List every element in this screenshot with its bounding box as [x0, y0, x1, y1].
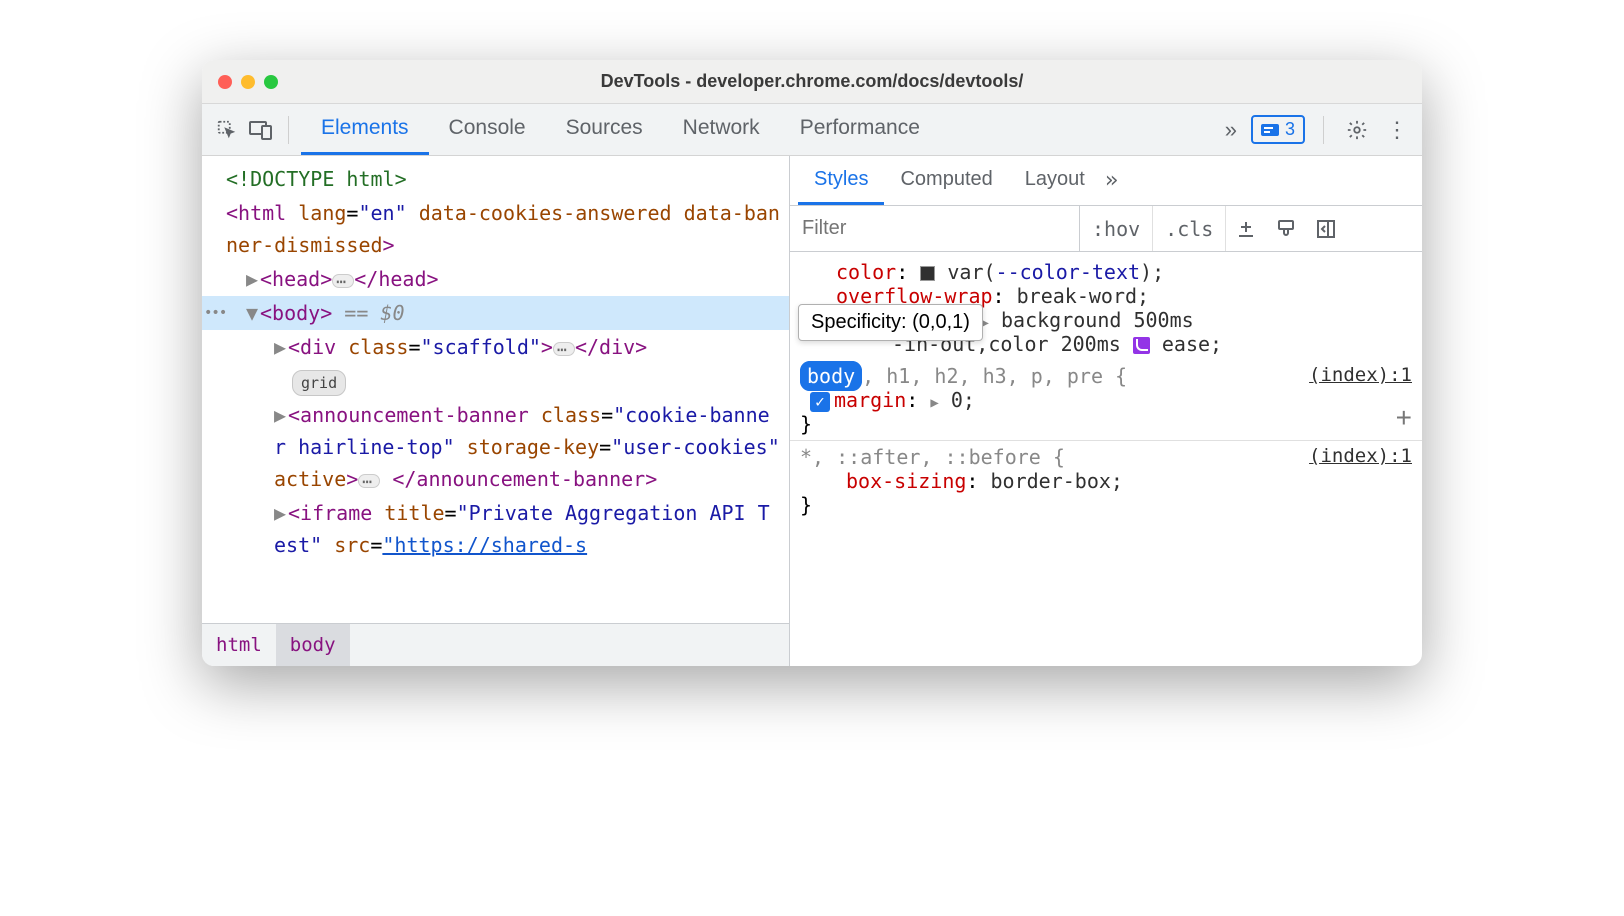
more-subtabs-icon[interactable]: » [1101, 168, 1122, 193]
source-link[interactable]: (index):1 [1309, 445, 1412, 467]
styles-filter-bar: :hov .cls [790, 206, 1422, 252]
main-tabs: Elements Console Sources Network Perform… [301, 104, 940, 155]
ellipsis-icon[interactable] [332, 274, 354, 288]
rule-box-sizing[interactable]: (index):1 *, ::after, ::before { box-siz… [790, 441, 1422, 521]
titlebar: DevTools - developer.chrome.com/docs/dev… [202, 60, 1422, 104]
settings-icon[interactable] [1342, 115, 1372, 145]
zoom-window-button[interactable] [264, 75, 278, 89]
dom-grid-badge[interactable]: grid [202, 364, 789, 398]
minimize-window-button[interactable] [241, 75, 255, 89]
dom-div-scaffold[interactable]: ▶<div class="scaffold"></div> [202, 330, 789, 364]
content-area: <!DOCTYPE html> <html lang="en" data-coo… [202, 156, 1422, 666]
tab-performance[interactable]: Performance [780, 104, 940, 155]
window-title: DevTools - developer.chrome.com/docs/dev… [202, 71, 1422, 92]
paint-brush-icon[interactable] [1266, 206, 1306, 251]
rule-inherited[interactable]: color: var(--color-text); overflow-wrap:… [790, 256, 1422, 360]
bezier-icon[interactable] [1133, 337, 1150, 354]
dom-body-selected[interactable]: ▼<body> == $0 [202, 296, 789, 330]
crumb-body[interactable]: body [276, 624, 350, 666]
hov-toggle[interactable]: :hov [1080, 206, 1153, 251]
breadcrumbs: html body [202, 623, 789, 666]
style-rules: color: var(--color-text); overflow-wrap:… [790, 252, 1422, 666]
add-property-icon[interactable]: + [1396, 402, 1412, 434]
main-toolbar: Elements Console Sources Network Perform… [202, 104, 1422, 156]
elements-panel: <!DOCTYPE html> <html lang="en" data-coo… [202, 156, 790, 666]
devtools-window: DevTools - developer.chrome.com/docs/dev… [202, 60, 1422, 666]
toolbar-divider [1323, 116, 1324, 144]
sidebar-tabs: Styles Computed Layout » [790, 156, 1422, 206]
tab-sources[interactable]: Sources [546, 104, 663, 155]
subtab-layout[interactable]: Layout [1009, 156, 1101, 205]
toolbar-right: » 3 ⋮ [1221, 115, 1412, 145]
tab-network[interactable]: Network [663, 104, 780, 155]
traffic-lights [218, 75, 278, 89]
subtab-styles[interactable]: Styles [798, 156, 884, 205]
tab-console[interactable]: Console [429, 104, 546, 155]
dom-announcement-banner[interactable]: ▶<announcement-banner class="cookie-bann… [202, 398, 789, 496]
toolbar-divider [288, 116, 289, 144]
dom-doctype[interactable]: <!DOCTYPE html> [202, 162, 789, 196]
selector-body-highlight: body [800, 361, 862, 391]
more-tabs-icon[interactable]: » [1221, 117, 1241, 143]
dom-iframe[interactable]: ▶<iframe title="Private Aggregation API … [202, 496, 789, 562]
issues-badge[interactable]: 3 [1251, 115, 1305, 144]
cls-toggle[interactable]: .cls [1153, 206, 1226, 251]
device-toggle-icon[interactable] [246, 115, 276, 145]
crumb-html[interactable]: html [202, 624, 276, 666]
dom-head[interactable]: ▶<head></head> [202, 262, 789, 296]
dom-html-open[interactable]: <html lang="en" data-cookies-answered da… [202, 196, 789, 262]
tab-elements[interactable]: Elements [301, 104, 429, 155]
issues-count: 3 [1285, 119, 1295, 140]
ellipsis-icon[interactable] [358, 474, 380, 488]
styles-filter-input[interactable] [790, 206, 1080, 251]
subtab-computed[interactable]: Computed [884, 156, 1008, 205]
source-link[interactable]: (index):1 [1309, 364, 1412, 386]
property-checkbox[interactable]: ✓ [810, 392, 830, 412]
styles-panel: Styles Computed Layout » :hov .cls color… [790, 156, 1422, 666]
dom-tree[interactable]: <!DOCTYPE html> <html lang="en" data-coo… [202, 156, 789, 623]
kebab-menu-icon[interactable]: ⋮ [1382, 115, 1412, 145]
rule-body-margin[interactable]: (index):1 body, h1, h2, h3, p, pre { ✓ma… [790, 360, 1422, 441]
computed-panel-icon[interactable] [1306, 206, 1346, 251]
issues-icon [1261, 122, 1279, 138]
close-window-button[interactable] [218, 75, 232, 89]
new-style-rule-icon[interactable] [1226, 206, 1266, 251]
inspect-element-icon[interactable] [212, 115, 242, 145]
ellipsis-icon[interactable] [553, 342, 575, 356]
